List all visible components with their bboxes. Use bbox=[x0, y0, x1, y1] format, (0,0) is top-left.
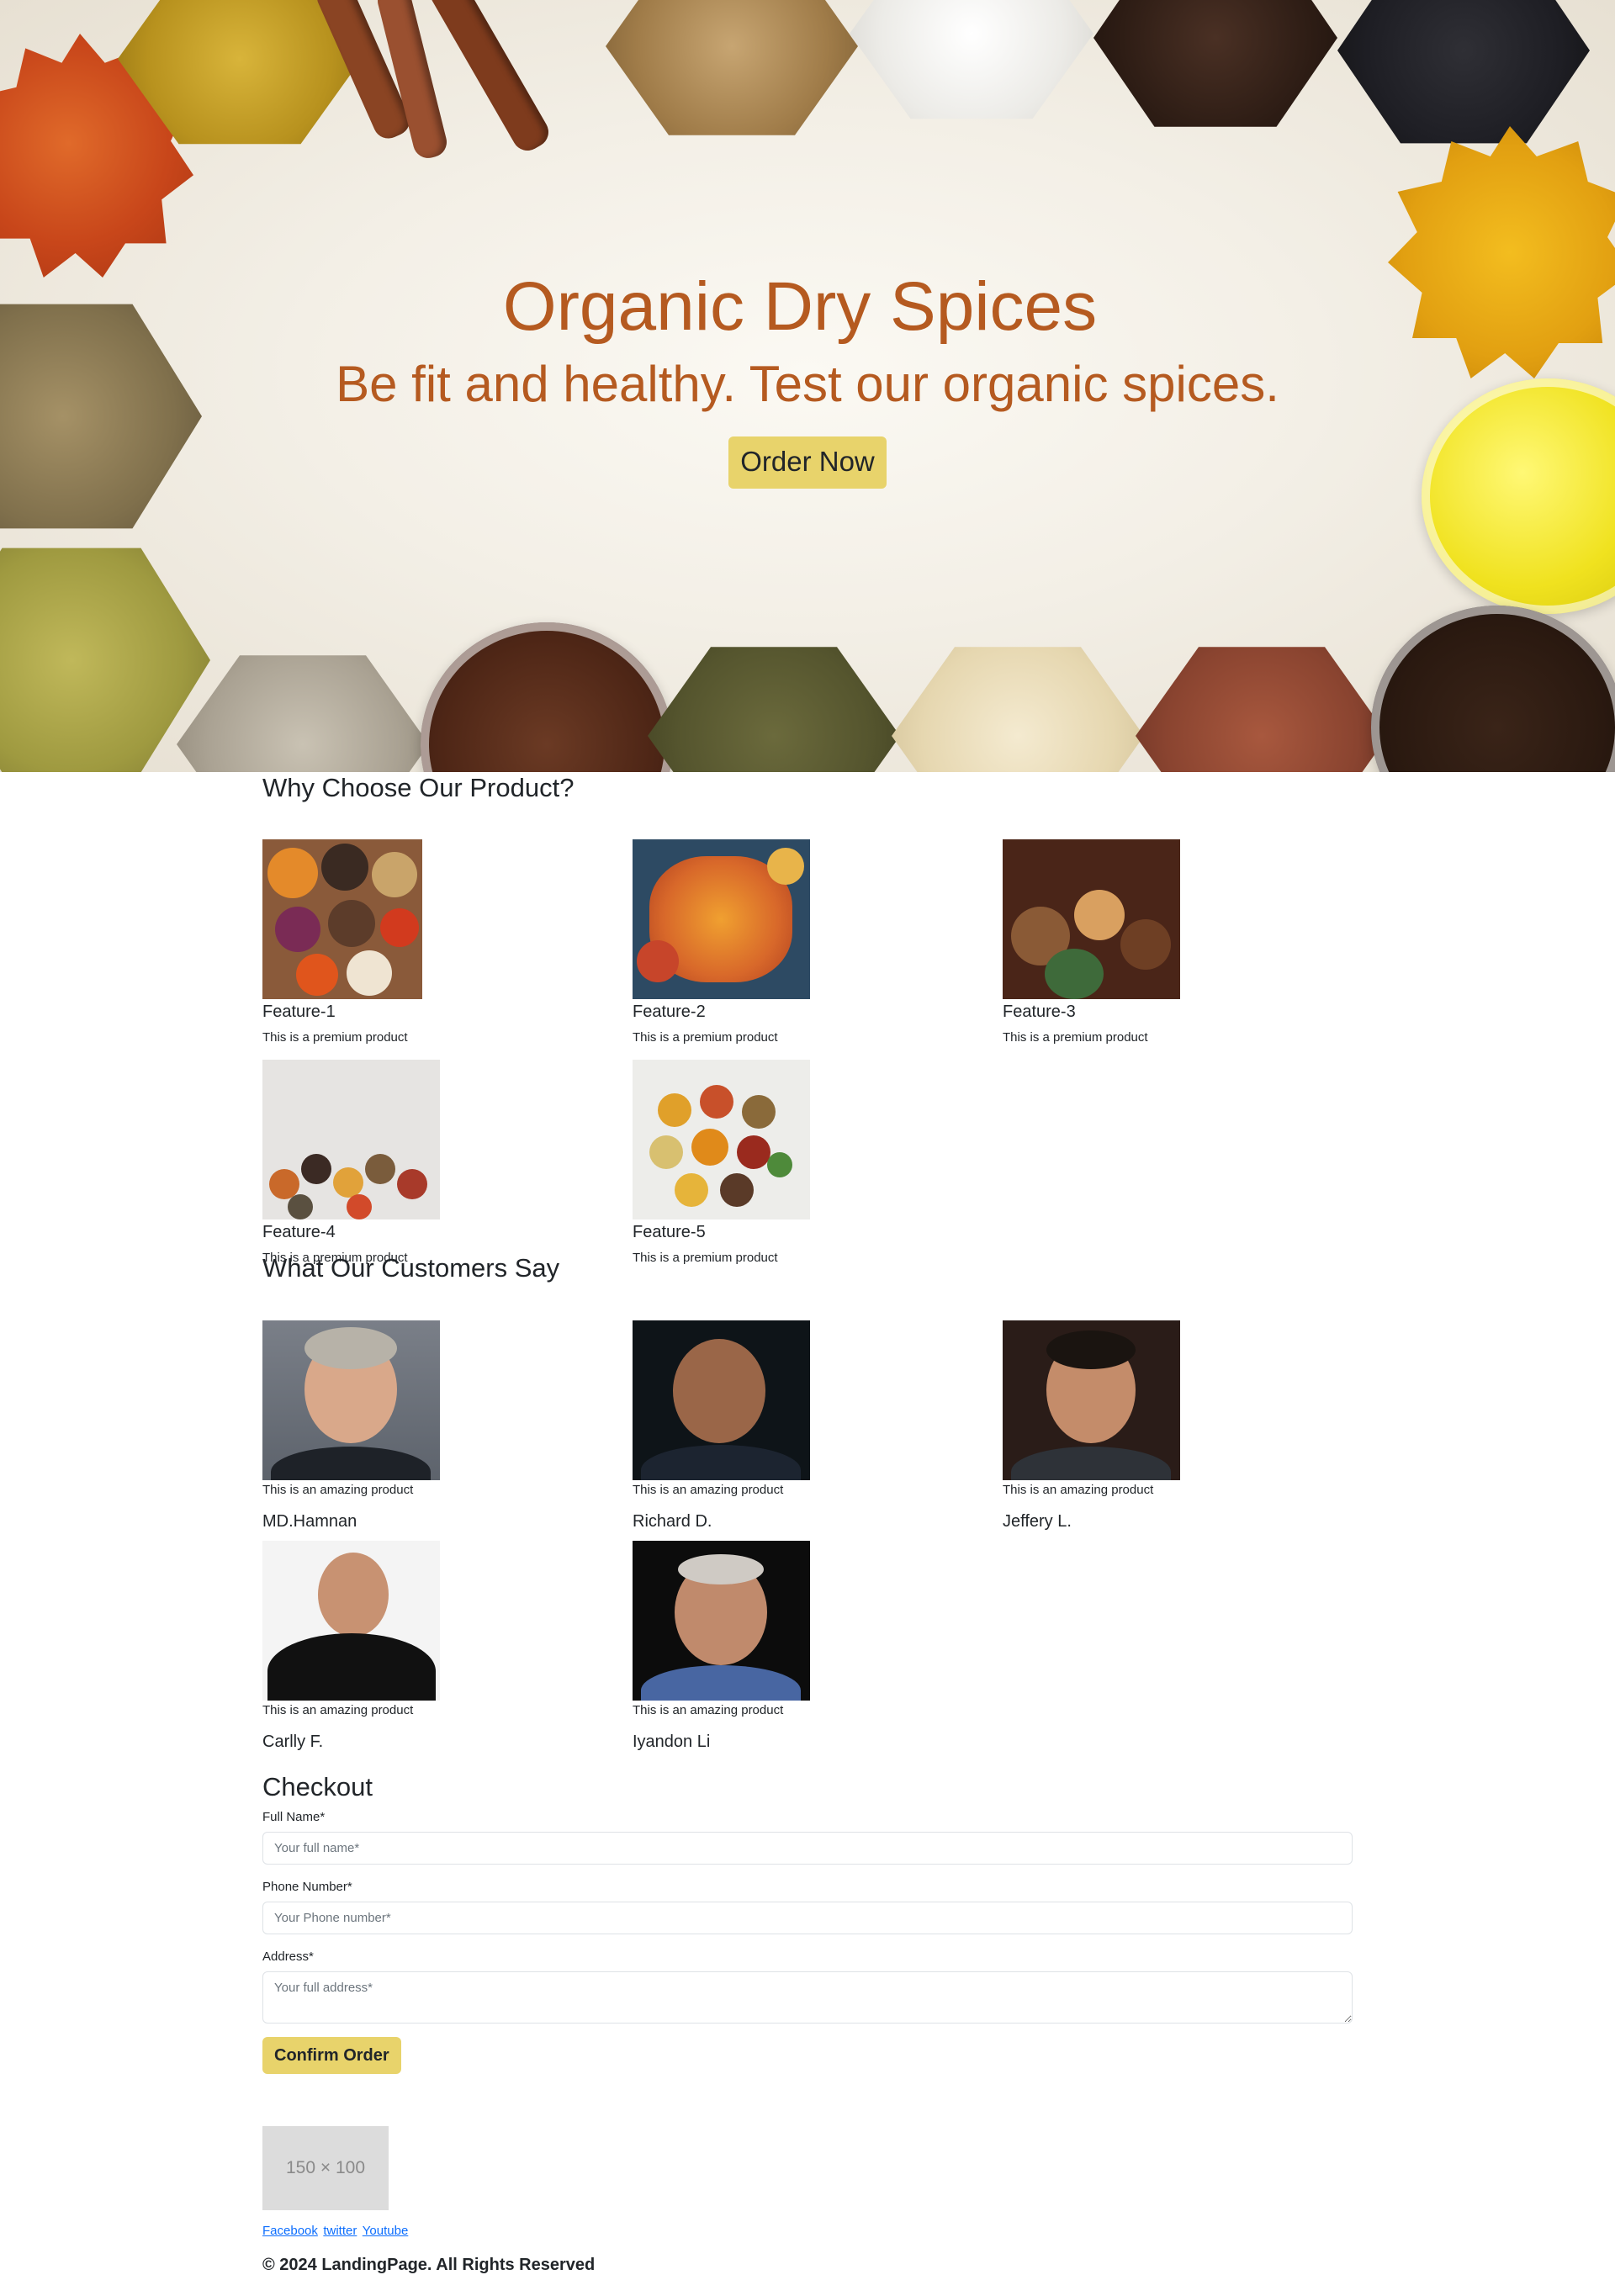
feature-card: Feature-2 This is a premium product bbox=[633, 839, 986, 1045]
feature-card: Feature-1 This is a premium product bbox=[262, 839, 616, 1045]
testimonial-card: This is an amazing product Jeffery L. bbox=[1003, 1320, 1356, 1532]
customer-photo bbox=[633, 1320, 810, 1481]
customer-photo bbox=[262, 1541, 440, 1701]
feature-title: Feature-1 bbox=[262, 1003, 336, 1022]
facebook-link[interactable]: Facebook bbox=[262, 2224, 318, 2238]
feature-title: Feature-5 bbox=[633, 1223, 706, 1242]
testimonials-section: What Our Customers Say This is an amazin… bbox=[262, 1253, 1356, 1751]
copyright-text: © 2024 LandingPage. All Rights Reserved bbox=[262, 2256, 596, 2274]
testimonial-card: This is an amazing product Iyandon Li bbox=[633, 1541, 986, 1752]
testimonial-quote: This is an amazing product bbox=[262, 1483, 414, 1498]
customer-name: Iyandon Li bbox=[633, 1733, 711, 1752]
feature-title: Feature-2 bbox=[633, 1003, 706, 1022]
address-field[interactable] bbox=[262, 1971, 1353, 2024]
hero-subtitle: Be fit and healthy. Test our organic spi… bbox=[336, 356, 1279, 413]
feature-image bbox=[633, 839, 810, 1000]
checkout-heading: Checkout bbox=[262, 1772, 373, 1801]
customer-name: Carlly F. bbox=[262, 1733, 324, 1752]
hero-title: Organic Dry Spices bbox=[502, 268, 1098, 345]
testimonial-quote: This is an amazing product bbox=[633, 1703, 784, 1718]
feature-description: This is a premium product bbox=[1003, 1030, 1148, 1045]
footer: 150 × 100 Facebook twitter Youtube © 202… bbox=[262, 2126, 1353, 2275]
features-section: Why Choose Our Product? Feature-1 This i… bbox=[262, 773, 1356, 1265]
feature-title: Feature-3 bbox=[1003, 1003, 1076, 1022]
testimonial-card: This is an amazing product Richard D. bbox=[633, 1320, 986, 1532]
feature-description: This is a premium product bbox=[262, 1030, 408, 1045]
customer-name: Richard D. bbox=[633, 1512, 712, 1532]
placeholder-size-label: 150 × 100 bbox=[285, 2158, 365, 2177]
hero-content: Organic Dry Spices Be fit and healthy. T… bbox=[0, 267, 1615, 489]
hero-banner: Organic Dry Spices Be fit and healthy. T… bbox=[0, 0, 1615, 772]
order-now-button[interactable]: Order Now bbox=[728, 436, 887, 489]
phone-field[interactable] bbox=[262, 1902, 1353, 1935]
feature-card: Feature-3 This is a premium product bbox=[1003, 839, 1356, 1045]
customer-photo bbox=[633, 1541, 810, 1701]
testimonial-quote: This is an amazing product bbox=[262, 1703, 414, 1718]
full-name-field[interactable] bbox=[262, 1832, 1353, 1865]
customer-name: MD.Hamnan bbox=[262, 1512, 357, 1532]
checkout-form: Full Name* Phone Number* Address* Confir… bbox=[262, 1810, 1353, 2075]
feature-image bbox=[262, 1060, 440, 1220]
feature-description: This is a premium product bbox=[633, 1030, 778, 1045]
feature-card: Feature-4 This is a premium product bbox=[262, 1060, 616, 1266]
confirm-order-button[interactable]: Confirm Order bbox=[262, 2037, 401, 2075]
features-grid: Feature-1 This is a premium product Feat… bbox=[262, 802, 1356, 1265]
testimonial-card: This is an amazing product Carlly F. bbox=[262, 1541, 616, 1752]
features-heading: Why Choose Our Product? bbox=[262, 773, 575, 802]
customer-photo bbox=[1003, 1320, 1180, 1481]
twitter-link[interactable]: twitter bbox=[323, 2224, 357, 2238]
social-links: Facebook twitter Youtube bbox=[262, 2224, 1353, 2239]
full-name-label: Full Name* bbox=[262, 1810, 326, 1825]
feature-title: Feature-4 bbox=[262, 1223, 336, 1242]
customer-photo bbox=[262, 1320, 440, 1481]
feature-image bbox=[262, 839, 422, 1000]
testimonial-quote: This is an amazing product bbox=[633, 1483, 784, 1498]
footer-logo-placeholder: 150 × 100 bbox=[262, 2126, 389, 2210]
customer-name: Jeffery L. bbox=[1003, 1512, 1072, 1532]
phone-label: Phone Number* bbox=[262, 1880, 352, 1895]
feature-image bbox=[1003, 839, 1180, 1000]
address-label: Address* bbox=[262, 1949, 314, 1965]
feature-image bbox=[633, 1060, 810, 1220]
testimonial-quote: This is an amazing product bbox=[1003, 1483, 1154, 1498]
feature-card: Feature-5 This is a premium product bbox=[633, 1060, 986, 1266]
testimonial-card: This is an amazing product MD.Hamnan bbox=[262, 1320, 616, 1532]
youtube-link[interactable]: Youtube bbox=[363, 2224, 409, 2238]
checkout-section: Checkout Full Name* Phone Number* Addres… bbox=[262, 1772, 1353, 2075]
testimonials-grid: This is an amazing product MD.Hamnan Thi… bbox=[262, 1283, 1356, 1751]
testimonials-heading: What Our Customers Say bbox=[262, 1253, 560, 1283]
